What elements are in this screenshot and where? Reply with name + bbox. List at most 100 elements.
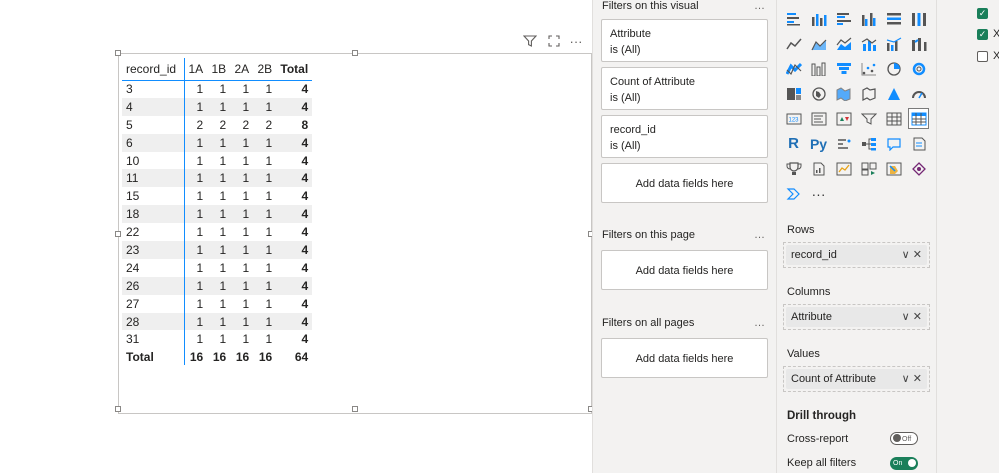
table-icon[interactable] bbox=[883, 108, 904, 129]
rows-well[interactable]: record_id ∨ ✕ bbox=[783, 242, 930, 268]
visual-type-gallery: 123 R Py ··· bbox=[783, 8, 933, 208]
filter-card-count-of-attribute[interactable]: Count of Attribute is (All) bbox=[601, 67, 768, 110]
line-chart-icon[interactable] bbox=[783, 33, 804, 54]
line-and-column-chart-icon[interactable] bbox=[858, 33, 879, 54]
more-visuals-icon[interactable]: ··· bbox=[808, 183, 829, 204]
columns-field-pill[interactable]: Attribute ∨ ✕ bbox=[786, 307, 927, 327]
keep-all-filters-label: Keep all filters bbox=[787, 457, 857, 469]
key-influencers-icon[interactable] bbox=[833, 133, 854, 154]
row-id: 24 bbox=[122, 258, 185, 277]
waterfall-chart-icon[interactable] bbox=[783, 58, 804, 79]
map-icon[interactable] bbox=[808, 83, 829, 104]
total-cell: 16 bbox=[212, 349, 227, 364]
funnel-chart-icon[interactable] bbox=[808, 58, 829, 79]
filter-icon[interactable] bbox=[522, 34, 538, 50]
python-visual-icon[interactable]: Py bbox=[808, 133, 829, 154]
filled-map-icon[interactable] bbox=[833, 83, 854, 104]
matrix-visual[interactable]: record_id 1A 1B 2A 2B Total 311114 41111… bbox=[115, 50, 594, 414]
line-and-clustered-column-chart-icon[interactable] bbox=[883, 33, 904, 54]
focus-mode-icon[interactable] bbox=[546, 34, 562, 50]
field-checkbox[interactable]: ✓ bbox=[977, 8, 988, 19]
clustered-column-chart-icon[interactable] bbox=[858, 8, 879, 29]
stacked-area-chart-icon[interactable] bbox=[833, 33, 854, 54]
chevron-visual-icon[interactable] bbox=[783, 183, 804, 204]
header-2a[interactable]: 2A bbox=[230, 58, 254, 81]
filters-page-more-button[interactable]: … bbox=[754, 229, 766, 241]
row-total: 4 bbox=[301, 225, 309, 240]
pill-controls[interactable]: ∨ ✕ bbox=[902, 307, 922, 327]
slicer-icon[interactable] bbox=[858, 108, 879, 129]
header-2b[interactable]: 2B bbox=[253, 58, 277, 81]
header-1a[interactable]: 1A bbox=[184, 58, 208, 81]
table-row: 28 1 1 1 1 4 bbox=[122, 312, 313, 331]
scatter-chart-icon[interactable] bbox=[858, 58, 879, 79]
pie-chart-icon[interactable] bbox=[883, 58, 904, 79]
stacked-bar-chart-icon[interactable] bbox=[783, 8, 804, 29]
100-stacked-bar-chart-icon[interactable] bbox=[883, 8, 904, 29]
cell: 1 bbox=[265, 189, 273, 204]
metrics-icon[interactable] bbox=[833, 158, 854, 179]
add-visual-filter-drop-zone[interactable]: Add data fields here bbox=[601, 163, 768, 203]
treemap-icon[interactable] bbox=[783, 83, 804, 104]
qa-visual-icon[interactable] bbox=[883, 133, 904, 154]
cell: 1 bbox=[184, 312, 208, 331]
resize-handle[interactable] bbox=[115, 50, 121, 56]
goals-trophy-icon[interactable] bbox=[783, 158, 804, 179]
kpi-icon[interactable] bbox=[833, 108, 854, 129]
ribbon-chart-icon[interactable] bbox=[908, 33, 929, 54]
area-chart-icon[interactable] bbox=[808, 33, 829, 54]
add-report-filter-drop-zone[interactable]: Add data fields here bbox=[601, 338, 768, 378]
filter-card-attribute[interactable]: Attribute is (All) bbox=[601, 19, 768, 62]
gauge-icon[interactable] bbox=[908, 83, 929, 104]
clustered-bar-chart-icon[interactable] bbox=[833, 8, 854, 29]
resize-handle[interactable] bbox=[115, 231, 121, 237]
cell: 1 bbox=[253, 312, 277, 331]
decomposition-tree-icon[interactable] bbox=[858, 133, 879, 154]
field-checkbox[interactable] bbox=[977, 51, 988, 62]
filters-all-pages-title: Filters on all pages bbox=[602, 317, 695, 329]
azure-map-icon[interactable] bbox=[883, 83, 904, 104]
cell: 1 bbox=[242, 260, 250, 275]
header-record-id[interactable]: record_id bbox=[122, 58, 185, 81]
cell: 1 bbox=[207, 241, 231, 259]
stacked-column-chart-icon[interactable] bbox=[808, 8, 829, 29]
100-stacked-column-chart-icon[interactable] bbox=[908, 8, 929, 29]
donut-chart-icon[interactable] bbox=[908, 58, 929, 79]
resize-handle[interactable] bbox=[352, 406, 358, 412]
values-field-pill[interactable]: Count of Attribute ∨ ✕ bbox=[786, 369, 927, 389]
power-apps-diamond-icon[interactable] bbox=[908, 158, 929, 179]
cell: 1 bbox=[230, 133, 254, 152]
cell: 1 bbox=[207, 312, 231, 331]
power-apps-icon[interactable] bbox=[858, 158, 879, 179]
field-checkbox[interactable]: ✓ bbox=[977, 29, 988, 40]
power-automate-icon[interactable] bbox=[883, 158, 904, 179]
filter-card-state: is (All) bbox=[610, 44, 641, 56]
columns-well[interactable]: Attribute ∨ ✕ bbox=[783, 304, 930, 330]
header-1b[interactable]: 1B bbox=[207, 58, 231, 81]
pill-controls[interactable]: ∨ ✕ bbox=[902, 245, 922, 265]
table-row: 311114 bbox=[122, 80, 312, 98]
card-icon[interactable]: 123 bbox=[783, 108, 804, 129]
smart-narrative-icon[interactable] bbox=[908, 133, 929, 154]
paginated-report-icon[interactable] bbox=[808, 158, 829, 179]
r-script-visual-icon[interactable]: R bbox=[783, 133, 804, 154]
shape-map-icon[interactable] bbox=[858, 83, 879, 104]
header-total[interactable]: Total bbox=[276, 58, 313, 81]
cell: 1 bbox=[184, 97, 208, 116]
multi-row-card-icon[interactable] bbox=[808, 108, 829, 129]
funnel-icon[interactable] bbox=[833, 58, 854, 79]
add-page-filter-drop-zone[interactable]: Add data fields here bbox=[601, 250, 768, 290]
resize-handle[interactable] bbox=[352, 50, 358, 56]
matrix-icon[interactable] bbox=[908, 108, 929, 129]
pill-controls[interactable]: ∨ ✕ bbox=[902, 369, 922, 389]
values-well[interactable]: Count of Attribute ∨ ✕ bbox=[783, 366, 930, 392]
filters-all-more-button[interactable]: … bbox=[754, 317, 766, 329]
filter-card-record-id[interactable]: record_id is (All) bbox=[601, 115, 768, 158]
more-options-icon[interactable]: ··· bbox=[568, 34, 584, 50]
rows-field-pill[interactable]: record_id ∨ ✕ bbox=[786, 245, 927, 265]
cross-report-toggle[interactable]: Off bbox=[890, 432, 918, 445]
resize-handle[interactable] bbox=[115, 406, 121, 412]
row-id: 22 bbox=[122, 223, 185, 242]
filters-visual-more-button[interactable]: … bbox=[754, 0, 766, 12]
keep-all-filters-toggle[interactable]: On bbox=[890, 457, 918, 470]
